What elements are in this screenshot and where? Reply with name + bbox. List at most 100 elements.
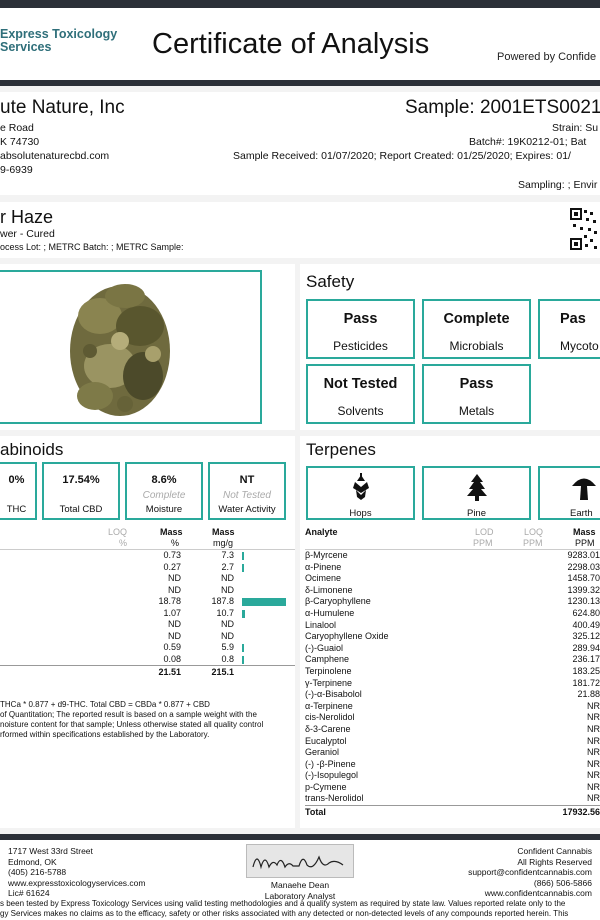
top-bar [0, 0, 600, 8]
terpene-row: β-Caryophyllene 1230.13 [305, 596, 600, 608]
mushroom-icon [572, 478, 596, 500]
client-email: absolutenaturecbd.com [0, 150, 110, 162]
terpene-table-units: PPM PPM PPM [305, 538, 600, 550]
terpene-card-pine: Pine [422, 466, 531, 520]
cannabinoid-row: ND ND [0, 573, 295, 585]
unit-mg: mg/g [213, 538, 234, 548]
row-mass-mg: ND [221, 584, 234, 595]
cannabinoid-row: ND ND [0, 585, 295, 597]
cc-phone: (866) 506-5866 [533, 877, 592, 888]
terpene-mass: 181.72 [572, 677, 600, 688]
pine-tree-icon [466, 474, 487, 501]
row-bar [242, 644, 244, 652]
signer-block: Manaehe Dean Laboratory Analyst [262, 880, 338, 901]
terpene-mass: NR [587, 758, 600, 769]
terpene-mass: 289.94 [572, 642, 600, 653]
cannabinoid-row: ND ND [0, 619, 295, 631]
terpene-mass: NR [587, 735, 600, 746]
terpene-row: β-Myrcene 9283.01 [305, 550, 600, 562]
cannabinoid-label: Total CBD [59, 504, 103, 515]
col-mass-pct: Mass [160, 527, 183, 537]
row-mass-pct: ND [168, 619, 181, 629]
terpene-name: (-)-Isopulegol [305, 770, 359, 781]
row-mass-mg: 5.9 [221, 642, 234, 652]
row-mass-pct: ND [168, 573, 181, 583]
header-rule [0, 80, 600, 86]
row-mass-mg: ND [221, 619, 234, 629]
cannabinoid-table: LOQ Mass Mass % % mg/g 0.73 7.3 0.27 2.7 ND N… [0, 527, 295, 678]
row-mass-mg: 10.7 [216, 607, 234, 618]
terpene-name: (-)-α-Bisabolol [305, 689, 362, 700]
note-line: noisture content for that sample; Unless… [0, 720, 264, 729]
terpene-row: α-Humulene 624.80 [305, 608, 600, 620]
row-mass-pct: 0.27 [163, 561, 181, 572]
terpene-name: Camphene [305, 654, 350, 665]
note-line: THCa * 0.877 + d9-THC. Total CBD = CBDa … [0, 700, 210, 709]
client-phone: 9-6939 [0, 164, 33, 176]
terpene-name: Geraniol [305, 747, 340, 758]
terpene-name: β-Myrcene [305, 550, 348, 560]
sample-id: Sample: 2001ETS0021. [405, 97, 600, 118]
client-address2: K 74730 [0, 136, 40, 148]
terpene-mass: NR [587, 723, 600, 734]
terpene-name: Terpinolene [305, 665, 352, 676]
safety-label: Microbials [449, 339, 504, 353]
cannabinoid-notes: THCa * 0.877 + d9-THC. Total CBD = CBDa … [0, 700, 263, 740]
terpene-name: trans-Nerolidol [305, 793, 364, 804]
lab-name-line2: Services [0, 40, 52, 54]
page-title: Certificate of Analysis [152, 28, 430, 60]
terpene-table-header: Analyte LOD LOQ Mass [305, 527, 600, 538]
terpene-row: Ocimene 1458.70 [305, 573, 600, 585]
terpene-mass: 2298.03 [567, 561, 600, 572]
qr-code [568, 206, 600, 252]
terpene-row: (-)-α-Bisabolol 21.88 [305, 689, 600, 701]
terpene-name: δ-Limonene [305, 584, 353, 595]
terpene-rows: β-Myrcene 9283.01 α-Pinene 2298.03 Ocimene 14… [305, 550, 600, 805]
total-mass: 17932.56 [562, 807, 600, 818]
terpene-mass: 1399.32 [567, 584, 600, 595]
col-mass-mg: Mass [212, 527, 235, 537]
sample-strain: Strain: Su [552, 122, 599, 134]
terpene-card-earth: Earth [538, 466, 600, 520]
note-line: of Quantitation; The reported result is … [0, 710, 257, 719]
terpene-icon-label: Pine [466, 508, 486, 519]
safety-status: Pas [560, 311, 586, 327]
terpene-name: Ocimene [305, 573, 342, 584]
col-lod: LOD [475, 527, 494, 537]
cannabinoid-value: NT [239, 474, 255, 486]
terpene-mass: 183.25 [572, 665, 600, 676]
safety-title: Safety [306, 272, 355, 291]
sample-batch: Batch#: 19K0212-01; Bat [469, 136, 587, 148]
terpene-row: p-Cymene NR [305, 782, 600, 794]
row-mass-mg: ND [221, 630, 234, 641]
cannabinoid-table-header: LOQ Mass Mass [0, 527, 295, 538]
terpene-row: δ-3-Carene NR [305, 724, 600, 736]
terpene-name: β-Caryophyllene [305, 596, 371, 607]
terpene-table: Analyte LOD LOQ Mass PPM PPM PPM β-Myrce… [305, 527, 600, 818]
safety-label: Metals [458, 404, 495, 418]
col-analyte: Analyte [305, 527, 338, 537]
cannabinoid-value: 0% [8, 474, 25, 486]
cannabinoid-row: 0.73 7.3 [0, 550, 295, 562]
unit-loq: PPM [523, 538, 543, 548]
cannabinoid-row: 0.27 2.7 [0, 562, 295, 574]
signature-image [246, 844, 354, 878]
product-photo [65, 276, 175, 418]
terpene-icon-label: Hops [349, 508, 372, 519]
safety-status: Pass [459, 376, 494, 392]
cc-website: www.confidentcannabis.com [484, 888, 592, 898]
safety-label: Mycoto [560, 339, 599, 353]
row-mass-pct: 18.78 [158, 596, 181, 606]
terpene-row: (-)-Guaiol 289.94 [305, 643, 600, 655]
lab-contact: 1717 West 33rd Street Edmond, OK (405) 2… [8, 846, 145, 899]
safety-card-mycotoxins: Pas Mycoto [538, 299, 600, 359]
unit-mass: PPM [575, 538, 595, 548]
row-mass-mg: ND [221, 573, 234, 583]
terpene-mass: NR [587, 770, 600, 781]
powered-by: Powered by Confide [497, 51, 597, 63]
terpene-row: α-Terpinene NR [305, 701, 600, 713]
cannabinoid-total-row: 21.51 215.1 [0, 665, 295, 678]
row-bar [242, 563, 244, 572]
terpene-icon-label: Earth [570, 508, 593, 519]
cannabinoid-label: Moisture [145, 504, 183, 515]
